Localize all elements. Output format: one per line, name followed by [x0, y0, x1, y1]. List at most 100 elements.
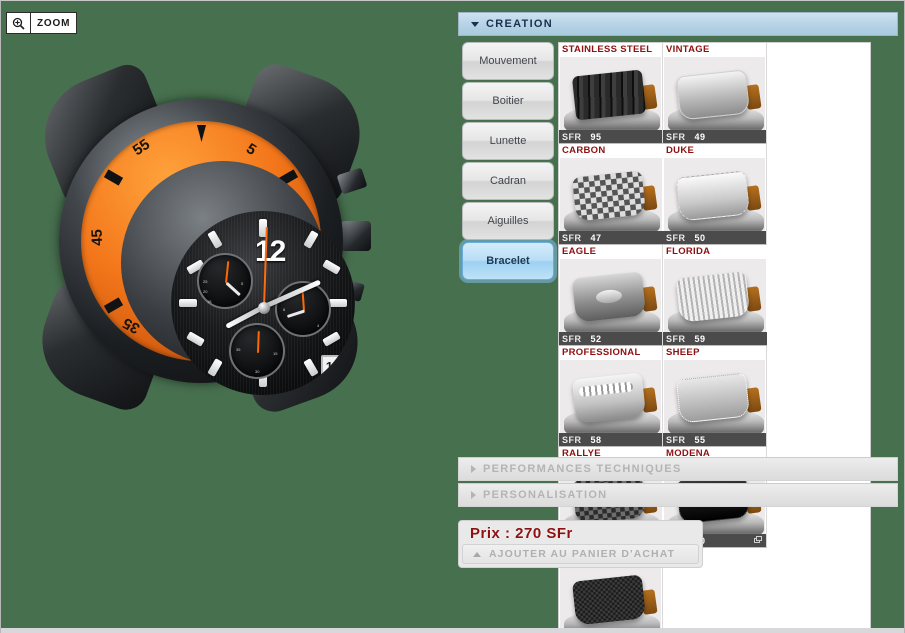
product-cell-eagle[interactable]: EAGLE SFR 52	[559, 245, 663, 346]
chevron-right-icon	[471, 491, 476, 499]
product-name: VINTAGE	[666, 44, 710, 55]
zoom-button[interactable]: ZOOM	[6, 12, 78, 34]
part-tab-boitier[interactable]: Boitier	[462, 82, 554, 120]
product-cell-carbon[interactable]: CARBON SFR 47	[559, 144, 663, 245]
price-currency: SFR	[666, 333, 686, 344]
bezel-number: 5	[243, 140, 260, 159]
product-thumbnail	[560, 158, 662, 231]
price-value: 55	[694, 434, 706, 445]
part-tab-cadran[interactable]: Cadran	[462, 162, 554, 200]
part-tab-label: Lunette	[489, 135, 527, 147]
product-thumbnail	[560, 57, 661, 130]
product-thumbnail	[664, 259, 766, 332]
bezel-tick	[103, 169, 124, 186]
subdial-tick-label: 8	[283, 307, 286, 312]
product-cell-stainless-steel[interactable]: STAINLESS STEEL SFR 95	[559, 43, 663, 144]
dial-index	[303, 358, 319, 377]
product-name: STAINLESS STEEL	[562, 44, 653, 55]
price-value: 47	[590, 232, 602, 243]
watch-crown	[341, 221, 371, 251]
product-thumbnail	[664, 158, 765, 231]
accordion-header-creation[interactable]: CREATION	[458, 12, 898, 36]
collapsed-accordion-list: PERFORMANCES TECHNIQUES PERSONALISATION	[458, 457, 898, 509]
accordion-label-creation: CREATION	[486, 18, 554, 30]
price-value: 58	[590, 434, 602, 445]
part-tab-mouvement[interactable]: Mouvement	[462, 42, 554, 80]
product-pricebar: SFR 49	[663, 130, 766, 143]
bezel-tick	[103, 297, 124, 314]
bezel-number: 55	[129, 135, 154, 160]
subdial-hand	[225, 281, 241, 297]
subdial-tick-label: 20	[203, 289, 208, 294]
price-value: 49	[694, 131, 706, 142]
product-pricebar: SFR 52	[559, 332, 662, 345]
subdial-tick-label: 5	[241, 281, 244, 286]
dial-index	[186, 331, 205, 347]
chevron-down-icon	[471, 21, 479, 27]
subdial-tick-label: 35	[236, 347, 241, 352]
duplicate-layers-icon[interactable]	[754, 536, 763, 544]
hands-pinion	[258, 302, 270, 314]
product-pricebar: SFR 58	[559, 433, 662, 446]
dial-index	[207, 358, 223, 377]
subdial-hand	[257, 330, 260, 354]
total-price: Prix : 270 SFr	[470, 525, 573, 542]
part-tab-label: Boitier	[492, 95, 524, 107]
accordion-header-personalisation[interactable]: PERSONALISATION	[458, 483, 898, 507]
product-cell-vintage[interactable]: VINTAGE SFR 49	[663, 43, 767, 144]
window-bottom-edge	[1, 628, 904, 633]
watch-render[interactable]: 5 15 25 35 45 55	[26, 58, 376, 418]
part-tab-label: Cadran	[489, 175, 527, 187]
part-tab-label: Mouvement	[479, 55, 537, 67]
part-tab-label: Aiguilles	[487, 215, 529, 227]
product-thumbnail	[664, 360, 765, 433]
product-thumbnail	[560, 562, 661, 633]
add-to-cart-button[interactable]: AJOUTER AU PANIER D'ACHAT	[462, 544, 699, 564]
dial-index	[322, 259, 341, 275]
accordion-header-performances[interactable]: PERFORMANCES TECHNIQUES	[458, 457, 898, 481]
subdial-tick-label: 30	[255, 369, 260, 374]
product-pricebar: SFR 95	[559, 130, 662, 143]
price-currency: SFR	[562, 232, 582, 243]
subdial-left: 25 20 15 5	[197, 253, 253, 309]
bezel-number: 45	[88, 228, 107, 247]
product-cell-duke[interactable]: DUKE SFR 50	[663, 144, 767, 245]
part-tab-aiguilles[interactable]: Aiguilles	[462, 202, 554, 240]
accordion-label-performances: PERFORMANCES TECHNIQUES	[483, 463, 682, 475]
price-value: 50	[694, 232, 706, 243]
product-cell-florida[interactable]: FLORIDA SFR 59	[663, 245, 767, 346]
product-cell-professional[interactable]: PROFESSIONAL SFR 58	[559, 346, 663, 447]
accordion-label-personalisation: PERSONALISATION	[483, 489, 608, 501]
subdial-bottom: 35 15 30	[229, 323, 285, 379]
price-currency: SFR	[666, 131, 686, 142]
dial-index	[207, 230, 223, 249]
purchase-box: Prix : 270 SFr AJOUTER AU PANIER D'ACHAT	[458, 520, 703, 568]
watch-inner-ring: 12 121 25 20 15 5	[121, 161, 355, 395]
dial-index	[303, 230, 319, 249]
part-tab-lunette[interactable]: Lunette	[462, 122, 554, 160]
watch-dial: 12 121 25 20 15 5	[171, 211, 355, 395]
dial-twelve-numeral: 12	[255, 235, 286, 268]
subdial-tick-label: 4	[317, 323, 320, 328]
subdial-tick-label: 15	[273, 351, 278, 356]
product-thumbnail	[560, 259, 661, 332]
dial-index	[322, 331, 341, 347]
product-pricebar: SFR 47	[559, 231, 663, 244]
watch-case: 5 15 25 35 45 55	[59, 99, 355, 395]
product-name: FLORIDA	[666, 246, 711, 257]
magnifier-plus-icon	[7, 13, 31, 33]
product-cell-sheep[interactable]: SHEEP SFR 55	[663, 346, 767, 447]
subdial-hand	[225, 261, 230, 284]
watch-preview-stage[interactable]: 5 15 25 35 45 55	[11, 58, 441, 491]
part-tab-label: Bracelet	[486, 255, 530, 267]
part-tab-bracelet[interactable]: Bracelet	[462, 242, 554, 280]
subdial-hand	[286, 309, 305, 318]
price-value: 95	[590, 131, 602, 142]
bezel-tick	[197, 125, 206, 142]
product-name: DUKE	[666, 145, 695, 156]
subdial-tick-label: 25	[203, 279, 208, 284]
application-window: ZOOM 5 15 25 35 45 55	[0, 0, 905, 633]
chevron-up-icon	[473, 551, 481, 557]
product-name: SHEEP	[666, 347, 700, 358]
product-pricebar: SFR 55	[663, 433, 766, 446]
